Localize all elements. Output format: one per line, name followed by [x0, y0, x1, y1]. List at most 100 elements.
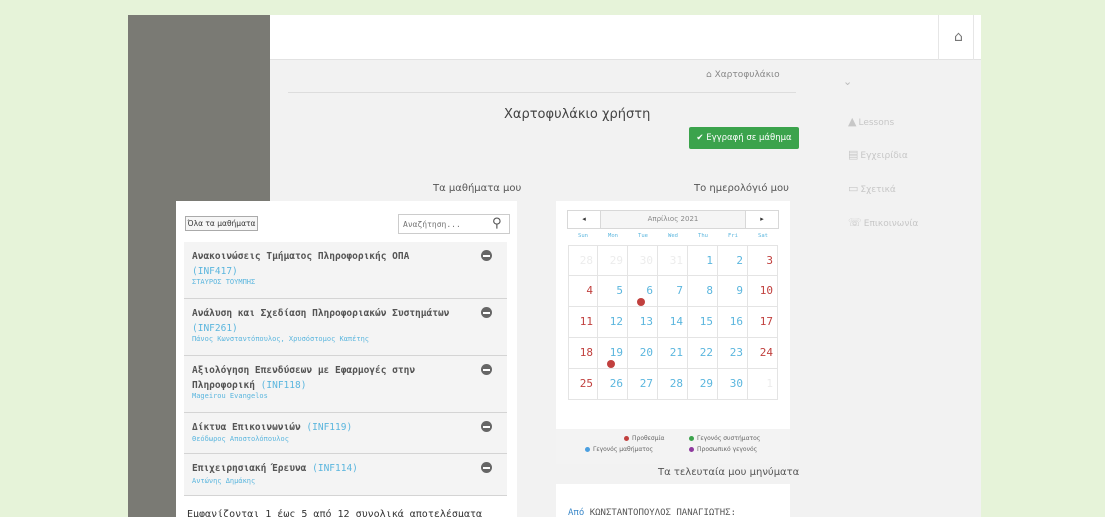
top-bar-divider	[973, 15, 974, 60]
calendar-day-number: 21	[669, 346, 683, 359]
calendar-day[interactable]: 6	[628, 276, 658, 307]
minus-circle-icon[interactable]	[481, 307, 492, 318]
calendar-day[interactable]: 10	[748, 276, 778, 307]
calendar-day[interactable]: 1	[688, 245, 718, 276]
course-search-input[interactable]	[403, 217, 483, 232]
calendar-day[interactable]: 16	[718, 307, 748, 338]
calendar-day-number: 28	[579, 254, 593, 267]
calendar-day[interactable]: 24	[748, 338, 778, 369]
side-menu-contact[interactable]: ☏ Επικοινωνία	[848, 216, 918, 229]
calendar-day[interactable]: 29	[598, 245, 628, 276]
calendar-day[interactable]: 2	[718, 245, 748, 276]
calendar-day[interactable]: 23	[718, 338, 748, 369]
phone-icon: ☏	[848, 216, 862, 229]
courses-filter-button[interactable]: Όλα τα μαθήματα	[185, 216, 258, 231]
calendar-day[interactable]: 3	[748, 245, 778, 276]
deadline-event-dot[interactable]	[607, 360, 615, 368]
calendar-day[interactable]: 9	[718, 276, 748, 307]
side-menu-about[interactable]: ▭ Σχετικά	[848, 182, 896, 195]
calendar-day[interactable]: 21	[658, 338, 688, 369]
breadcrumb-divider	[288, 92, 796, 93]
calendar-day[interactable]: 12	[598, 307, 628, 338]
enroll-course-button[interactable]: ✔ Εγγραφή σε μάθημα	[689, 127, 799, 149]
minus-circle-icon[interactable]	[481, 250, 492, 261]
course-code: (INF114)	[312, 463, 358, 474]
course-title[interactable]: Δίκτυα Επικοινωνιών (INF119)	[192, 420, 454, 435]
weekday-label: Fri	[728, 233, 738, 239]
course-title[interactable]: Ανακοινώσεις Τμήματος Πληροφορικής ΟΠΑ (…	[192, 249, 454, 279]
deadline-event-dot[interactable]	[637, 298, 645, 306]
calendar-day-number: 18	[579, 346, 593, 359]
calendar-day-number: 15	[699, 315, 713, 328]
calendar-day-number: 9	[736, 284, 743, 297]
course-title[interactable]: Αξιολόγηση Επενδύσεων με Εφαρμογές στην …	[192, 363, 454, 393]
message-item[interactable]: Από ΚΩΝΣΤΑΝΤΟΠΟΥΛΟΣ ΠΑΝΑΓΙΩΤΗΣ:	[568, 508, 736, 517]
weekday-label: Sun	[578, 233, 588, 239]
minus-circle-icon[interactable]	[481, 364, 492, 375]
calendar-day-number: 30	[729, 377, 743, 390]
course-item[interactable]: Επιχειρησιακή Έρευνα (INF114) Αντώνης Δημ…	[184, 454, 507, 496]
calendar-day[interactable]: 17	[748, 307, 778, 338]
chevron-down-icon[interactable]: ⌄	[843, 75, 852, 88]
course-title[interactable]: Ανάλυση και Σχεδίαση Πληροφοριακών Συστη…	[192, 306, 454, 336]
calendar-day[interactable]: 19	[598, 338, 628, 369]
course-code: (INF118)	[260, 380, 307, 391]
course-item[interactable]: Δίκτυα Επικοινωνιών (INF119) Θεόδωρος Απο…	[184, 413, 507, 454]
calendar-day-number: 8	[706, 284, 713, 297]
calendar-day[interactable]: 22	[688, 338, 718, 369]
side-menu-manuals[interactable]: ▤ Εγχειρίδια	[848, 148, 908, 161]
calendar-day[interactable]: 18	[568, 338, 598, 369]
calendar-day[interactable]: 15	[688, 307, 718, 338]
calendar-day[interactable]: 20	[628, 338, 658, 369]
calendar-day-number: 4	[586, 284, 593, 297]
calendar-day[interactable]: 25	[568, 369, 598, 400]
messages-panel: Από ΚΩΝΣΤΑΝΤΟΠΟΥΛΟΣ ΠΑΝΑΓΙΩΤΗΣ:	[556, 484, 790, 517]
calendar-day[interactable]: 8	[688, 276, 718, 307]
course-title-text: Ανακοινώσεις Τμήματος Πληροφορικής ΟΠΑ	[192, 251, 410, 262]
course-teacher: Mageirou Evangelos	[192, 392, 268, 400]
calendar-day[interactable]: 26	[598, 369, 628, 400]
home-icon[interactable]: ⌂	[954, 29, 963, 45]
course-title[interactable]: Επιχειρησιακή Έρευνα (INF114)	[192, 461, 454, 476]
calendar-day[interactable]: 31	[658, 245, 688, 276]
calendar-day-number: 14	[669, 315, 683, 328]
legend-personal: Προσωπικό γεγονός	[689, 446, 757, 453]
calendar-day[interactable]: 29	[688, 369, 718, 400]
calendar-day-number: 25	[579, 377, 593, 390]
calendar-day[interactable]: 5	[598, 276, 628, 307]
top-bar: ⌂ ● p3180051 ≡	[270, 15, 981, 60]
breadcrumb-item[interactable]: Χαρτοφυλάκιο	[715, 70, 780, 80]
minus-circle-icon[interactable]	[481, 421, 492, 432]
calendar-prev-button[interactable]: ◂	[568, 211, 601, 228]
breadcrumb[interactable]: ⌂ Χαρτοφυλάκιο	[706, 70, 780, 80]
calendar-day[interactable]: 27	[628, 369, 658, 400]
calendar-day[interactable]: 30	[628, 245, 658, 276]
course-item[interactable]: Ανακοινώσεις Τμήματος Πληροφορικής ΟΠΑ (…	[184, 242, 507, 299]
calendar-day-number: 2	[736, 254, 743, 267]
calendar-header: ◂ Απρίλιος 2021 ▸	[567, 210, 779, 229]
course-item[interactable]: Αξιολόγηση Επενδύσεων με Εφαρμογές στην …	[184, 356, 507, 413]
calendar-day[interactable]: 13	[628, 307, 658, 338]
course-item[interactable]: Ανάλυση και Σχεδίαση Πληροφοριακών Συστη…	[184, 299, 507, 356]
calendar-panel: ◂ Απρίλιος 2021 ▸ Sun Mon Tue Wed Thu Fri Sat 2…	[556, 201, 790, 464]
weekday-label: Thu	[698, 233, 708, 239]
calendar-day[interactable]: 30	[718, 369, 748, 400]
calendar-day[interactable]: 7	[658, 276, 688, 307]
calendar-day[interactable]: 28	[568, 245, 598, 276]
calendar-next-button[interactable]: ▸	[745, 211, 778, 228]
side-menu-lessons[interactable]: ▲ Lessons	[848, 115, 894, 128]
credit-card-icon: ▭	[848, 182, 859, 195]
course-teacher: Θεόδωρος Αποστολόπουλος	[192, 435, 289, 443]
calendar-day-number: 17	[759, 315, 773, 328]
calendar-day[interactable]: 28	[658, 369, 688, 400]
side-menu-label: Σχετικά	[860, 185, 896, 195]
calendar-day[interactable]: 14	[658, 307, 688, 338]
calendar-day[interactable]: 4	[568, 276, 598, 307]
calendar-day[interactable]: 11	[568, 307, 598, 338]
minus-circle-icon[interactable]	[481, 462, 492, 473]
calendar-month-label: Απρίλιος 2021	[647, 215, 699, 223]
side-menu-label: Εγχειρίδια	[860, 151, 908, 161]
calendar-day[interactable]: 1	[748, 369, 778, 400]
search-icon[interactable]: ⚲	[492, 216, 502, 231]
calendar-day-number: 1	[766, 377, 773, 390]
